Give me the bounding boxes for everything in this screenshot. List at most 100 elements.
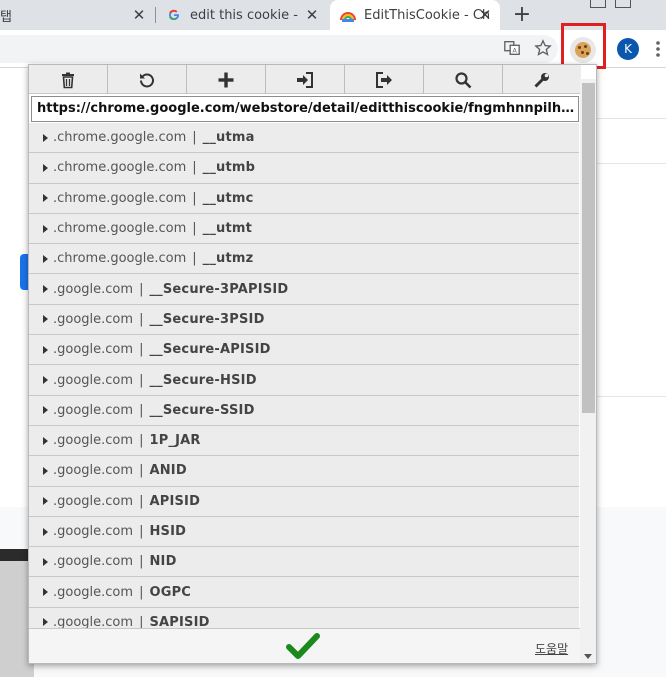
cookie-name: APISID xyxy=(149,493,201,509)
cookie-name: __utma xyxy=(202,130,255,146)
tab-title: EditThisCookie - Ch xyxy=(364,7,491,23)
cookie-row[interactable]: .google.com | __Secure-3PAPISID xyxy=(29,274,579,305)
cookie-name: __Secure-3PAPISID xyxy=(149,281,289,297)
avatar[interactable]: K xyxy=(617,38,639,60)
editthiscookie-popup: https://chrome.google.com/webstore/detai… xyxy=(28,64,597,664)
export-button[interactable] xyxy=(345,65,424,94)
cookie-row[interactable]: .chrome.google.com | __utmc xyxy=(29,183,579,214)
cookie-row[interactable]: .google.com | HSID xyxy=(29,516,579,548)
cookie-row[interactable]: .chrome.google.com | __utmz xyxy=(29,244,579,275)
cookie-row[interactable]: .google.com | OGPC xyxy=(29,577,579,608)
expand-arrow-icon[interactable] xyxy=(43,497,48,506)
translate-icon[interactable]: A xyxy=(502,39,522,59)
cookie-separator: | xyxy=(139,433,144,449)
google-g-icon xyxy=(166,7,182,23)
expand-arrow-icon[interactable] xyxy=(43,618,48,627)
expand-arrow-icon[interactable] xyxy=(43,376,48,385)
add-icon xyxy=(218,72,234,87)
restore-icon[interactable] xyxy=(615,0,631,8)
cookie-domain: .google.com xyxy=(53,402,134,418)
scroll-thumb[interactable] xyxy=(582,83,595,413)
highlight-box xyxy=(561,23,606,69)
background-divider xyxy=(595,163,666,164)
cookie-name: HSID xyxy=(149,524,187,539)
cookie-row[interactable]: .google.com | __Secure-3PSID xyxy=(29,304,579,336)
checkmark-icon xyxy=(286,633,320,659)
cookie-row[interactable]: .google.com | ANID xyxy=(29,456,579,487)
expand-arrow-icon[interactable] xyxy=(43,406,48,415)
current-url: https://chrome.google.com/webstore/detai… xyxy=(31,96,579,122)
popup-toolbar xyxy=(29,65,581,94)
expand-arrow-icon[interactable] xyxy=(43,436,48,445)
tab-close-icon[interactable]: ✕ xyxy=(130,6,148,24)
cookie-separator: | xyxy=(139,554,144,570)
expand-arrow-icon[interactable] xyxy=(43,588,48,597)
cookie-row[interactable]: .google.com | __Secure-SSID xyxy=(29,395,579,426)
cookie-separator: | xyxy=(139,342,144,358)
expand-arrow-icon[interactable] xyxy=(43,163,48,172)
cookie-separator: | xyxy=(139,311,144,327)
reset-button[interactable] xyxy=(108,65,187,94)
window-close-icon[interactable] xyxy=(647,0,663,8)
import-button[interactable] xyxy=(266,65,345,94)
cookie-separator: | xyxy=(192,251,197,267)
scroll-down-icon[interactable] xyxy=(584,654,592,659)
tab-title: 탭 xyxy=(0,9,12,25)
help-link[interactable]: 도움말 xyxy=(535,640,568,657)
menu-kebab-icon[interactable] xyxy=(655,39,661,59)
svg-text:A: A xyxy=(512,48,517,55)
cookie-name: __utmc xyxy=(202,190,254,206)
cookie-domain: .chrome.google.com xyxy=(53,221,187,237)
cookie-row[interactable]: .chrome.google.com | __utma xyxy=(29,123,579,154)
delete-all-button[interactable] xyxy=(29,65,108,94)
cookie-domain: .google.com xyxy=(53,584,134,600)
cookie-row[interactable]: .chrome.google.com | __utmt xyxy=(29,213,579,245)
search-icon xyxy=(455,71,472,88)
search-button[interactable] xyxy=(424,65,503,94)
expand-arrow-icon[interactable] xyxy=(43,466,48,475)
tab-close-icon[interactable]: ✕ xyxy=(303,6,321,24)
cookie-domain: .google.com xyxy=(53,372,134,388)
undo-icon xyxy=(140,73,154,87)
cookie-row[interactable]: .google.com | __Secure-HSID xyxy=(29,365,579,396)
expand-arrow-icon[interactable] xyxy=(43,557,48,566)
cookie-row[interactable]: .chrome.google.com | __utmb xyxy=(29,153,579,184)
tab-korean[interactable]: 탭 xyxy=(0,0,40,30)
tab-search[interactable]: edit this cookie - G xyxy=(166,0,301,30)
star-icon[interactable] xyxy=(533,39,553,59)
minimize-icon[interactable] xyxy=(590,0,606,8)
cookie-row[interactable]: .google.com | APISID xyxy=(29,486,579,517)
cookie-name: __utmz xyxy=(202,251,254,267)
cookie-name: __utmb xyxy=(202,160,256,176)
new-tab-button[interactable]: + xyxy=(510,2,534,27)
expand-arrow-icon[interactable] xyxy=(43,254,48,263)
cookie-separator: | xyxy=(192,130,197,146)
expand-arrow-icon[interactable] xyxy=(43,224,48,233)
expand-arrow-icon[interactable] xyxy=(43,315,48,324)
expand-arrow-icon[interactable] xyxy=(43,345,48,354)
cookie-domain: .google.com xyxy=(53,311,134,327)
cookie-row[interactable]: .google.com | 1P_JAR xyxy=(29,425,579,457)
cookie-domain: .google.com xyxy=(53,342,134,358)
options-button[interactable] xyxy=(503,65,581,94)
confirm-button[interactable] xyxy=(286,633,320,661)
tab-separator xyxy=(155,7,156,23)
tab-close-icon[interactable]: ✕ xyxy=(476,6,494,24)
cookie-list: .chrome.google.com | __utma .chrome.google.… xyxy=(29,123,579,639)
cookie-name: ANID xyxy=(149,463,187,479)
cookie-separator: | xyxy=(139,372,144,388)
expand-arrow-icon[interactable] xyxy=(43,133,48,142)
cookie-domain: .chrome.google.com xyxy=(53,251,187,267)
cookie-domain: .chrome.google.com xyxy=(53,190,187,206)
address-bar[interactable] xyxy=(0,35,558,63)
add-cookie-button[interactable] xyxy=(187,65,266,94)
cookie-row[interactable]: .google.com | NID xyxy=(29,547,579,578)
expand-arrow-icon[interactable] xyxy=(43,285,48,294)
expand-arrow-icon[interactable] xyxy=(43,194,48,203)
cookie-row[interactable]: .google.com | __Secure-APISID xyxy=(29,335,579,366)
expand-arrow-icon[interactable] xyxy=(43,527,48,536)
tab-title: edit this cookie - G xyxy=(190,7,301,23)
tab-editthiscookie[interactable]: EditThisCookie - Ch xyxy=(330,0,500,30)
popup-scrollbar[interactable] xyxy=(580,79,596,663)
background-divider xyxy=(595,396,666,397)
